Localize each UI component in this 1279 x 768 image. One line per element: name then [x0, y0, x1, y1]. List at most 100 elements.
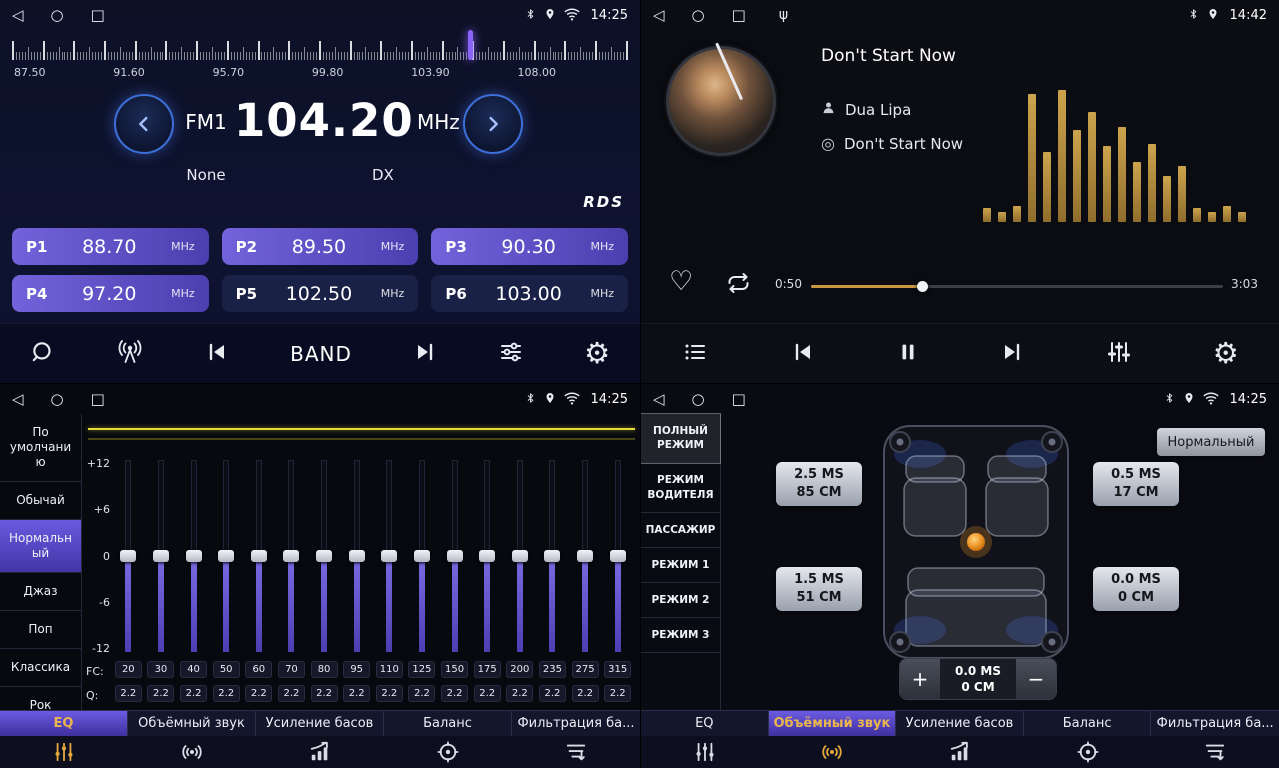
eq-slider-handle[interactable]	[349, 550, 365, 562]
previous-station-button[interactable]	[204, 340, 230, 368]
recents-icon[interactable]: □	[732, 392, 746, 407]
eq-slider-handle[interactable]	[381, 550, 397, 562]
tab-filter[interactable]: Фильтрация ба...	[1151, 711, 1279, 736]
preset-P2[interactable]: P289.50MHz	[222, 228, 419, 265]
settings-button[interactable]: ⚙	[1213, 339, 1239, 368]
home-icon[interactable]: ○	[51, 8, 64, 23]
eq-slider-handle[interactable]	[120, 550, 136, 562]
eq-slider-handle[interactable]	[316, 550, 332, 562]
settings-button[interactable]: ⚙	[584, 339, 610, 368]
tab-surround[interactable]: Объёмный звук	[769, 711, 897, 736]
bass-icon[interactable]	[949, 741, 971, 763]
eq-band-slider[interactable]	[447, 460, 463, 652]
mode-item[interactable]: РЕЖИМ 3	[641, 618, 720, 653]
eq-icon[interactable]	[694, 741, 716, 763]
eq-slider-handle[interactable]	[577, 550, 593, 562]
eq-slider-handle[interactable]	[512, 550, 528, 562]
band-button[interactable]: BAND	[290, 342, 352, 366]
back-icon[interactable]: ◁	[653, 8, 665, 23]
delay-front-right[interactable]: 0.5 MS 17 CM	[1093, 462, 1179, 506]
preset-P3[interactable]: P390.30MHz	[431, 228, 628, 265]
favorite-icon[interactable]: ♡	[669, 268, 693, 295]
eq-slider-handle[interactable]	[544, 550, 560, 562]
audio-settings-button[interactable]	[498, 340, 524, 368]
eq-band-slider[interactable]	[414, 460, 430, 652]
filter-icon[interactable]	[1203, 741, 1227, 763]
eq-slider-handle[interactable]	[447, 550, 463, 562]
progress-thumb[interactable]	[917, 281, 928, 292]
mode-item[interactable]: РЕЖИМ ВОДИТЕЛЯ	[641, 463, 720, 512]
back-icon[interactable]: ◁	[12, 8, 24, 23]
eq-icon[interactable]	[53, 741, 75, 763]
eq-band-slider[interactable]	[218, 460, 234, 652]
tab-balance[interactable]: Баланс	[1024, 711, 1152, 736]
eq-slider-handle[interactable]	[283, 550, 299, 562]
tab-balance[interactable]: Баланс	[384, 711, 512, 736]
eq-band-slider[interactable]	[316, 460, 332, 652]
eq-preset-item[interactable]: Джаз	[0, 573, 81, 611]
next-station-button[interactable]	[412, 340, 438, 368]
eq-band-slider[interactable]	[544, 460, 560, 652]
eq-band-slider[interactable]	[120, 460, 136, 652]
frequency-scale[interactable]: 87.5091.6095.7099.80103.90108.00	[12, 32, 628, 82]
recents-icon[interactable]: □	[91, 8, 105, 23]
preset-P4[interactable]: P497.20MHz	[12, 275, 209, 312]
eq-band-slider[interactable]	[610, 460, 626, 652]
playlist-button[interactable]	[681, 340, 709, 368]
back-icon[interactable]: ◁	[12, 392, 24, 407]
eq-band-slider[interactable]	[283, 460, 299, 652]
equalizer-button[interactable]	[1106, 340, 1132, 368]
balance-icon[interactable]	[1077, 741, 1099, 763]
recents-icon[interactable]: □	[732, 8, 746, 23]
progress-slider[interactable]	[811, 281, 1223, 291]
eq-preset-item[interactable]: Обычай	[0, 482, 81, 520]
eq-band-slider[interactable]	[153, 460, 169, 652]
home-icon[interactable]: ○	[51, 392, 64, 407]
eq-slider-handle[interactable]	[218, 550, 234, 562]
tab-filter[interactable]: Фильтрация ба...	[512, 711, 640, 736]
tune-up-button[interactable]	[463, 94, 523, 154]
home-icon[interactable]: ○	[692, 8, 705, 23]
mode-item[interactable]: ПАССАЖИР	[641, 513, 720, 548]
home-icon[interactable]: ○	[692, 392, 705, 407]
eq-band-slider[interactable]	[479, 460, 495, 652]
tune-down-button[interactable]	[114, 94, 174, 154]
eq-slider-handle[interactable]	[251, 550, 267, 562]
eq-preset-item[interactable]: По умолчанию	[0, 414, 81, 482]
balance-icon[interactable]	[437, 741, 459, 763]
eq-preset-item[interactable]: Нормальный	[0, 520, 81, 573]
recents-icon[interactable]: □	[91, 392, 105, 407]
pause-button[interactable]	[897, 340, 919, 368]
surround-icon[interactable]	[180, 741, 204, 763]
previous-track-button[interactable]	[790, 340, 816, 368]
mode-item[interactable]: РЕЖИМ 1	[641, 548, 720, 583]
tab-eq[interactable]: EQ	[0, 711, 128, 736]
eq-preset-item[interactable]: Классика	[0, 649, 81, 687]
mode-item[interactable]: РЕЖИМ 2	[641, 583, 720, 618]
preset-P6[interactable]: P6103.00MHz	[431, 275, 628, 312]
eq-band-slider[interactable]	[186, 460, 202, 652]
back-icon[interactable]: ◁	[653, 392, 665, 407]
eq-slider-handle[interactable]	[186, 550, 202, 562]
eq-preset-item[interactable]: Поп	[0, 611, 81, 649]
bass-icon[interactable]	[309, 741, 331, 763]
surround-icon[interactable]	[820, 741, 844, 763]
filter-icon[interactable]	[564, 741, 588, 763]
tab-bass[interactable]: Усиление басов	[256, 711, 384, 736]
eq-band-slider[interactable]	[381, 460, 397, 652]
decrease-delay-button[interactable]: −	[1016, 659, 1056, 699]
eq-slider-handle[interactable]	[610, 550, 626, 562]
tab-surround[interactable]: Объёмный звук	[128, 711, 256, 736]
repeat-button[interactable]	[725, 271, 752, 299]
eq-slider-handle[interactable]	[414, 550, 430, 562]
delay-rear-right[interactable]: 0.0 MS 0 CM	[1093, 567, 1179, 611]
tuner-mode-button[interactable]	[116, 339, 144, 369]
eq-band-slider[interactable]	[251, 460, 267, 652]
next-track-button[interactable]	[999, 340, 1025, 368]
eq-band-slider[interactable]	[349, 460, 365, 652]
eq-band-slider[interactable]	[512, 460, 528, 652]
eq-slider-handle[interactable]	[479, 550, 495, 562]
increase-delay-button[interactable]: +	[900, 659, 940, 699]
scan-button[interactable]	[30, 339, 56, 369]
tab-bass[interactable]: Усиление басов	[896, 711, 1024, 736]
